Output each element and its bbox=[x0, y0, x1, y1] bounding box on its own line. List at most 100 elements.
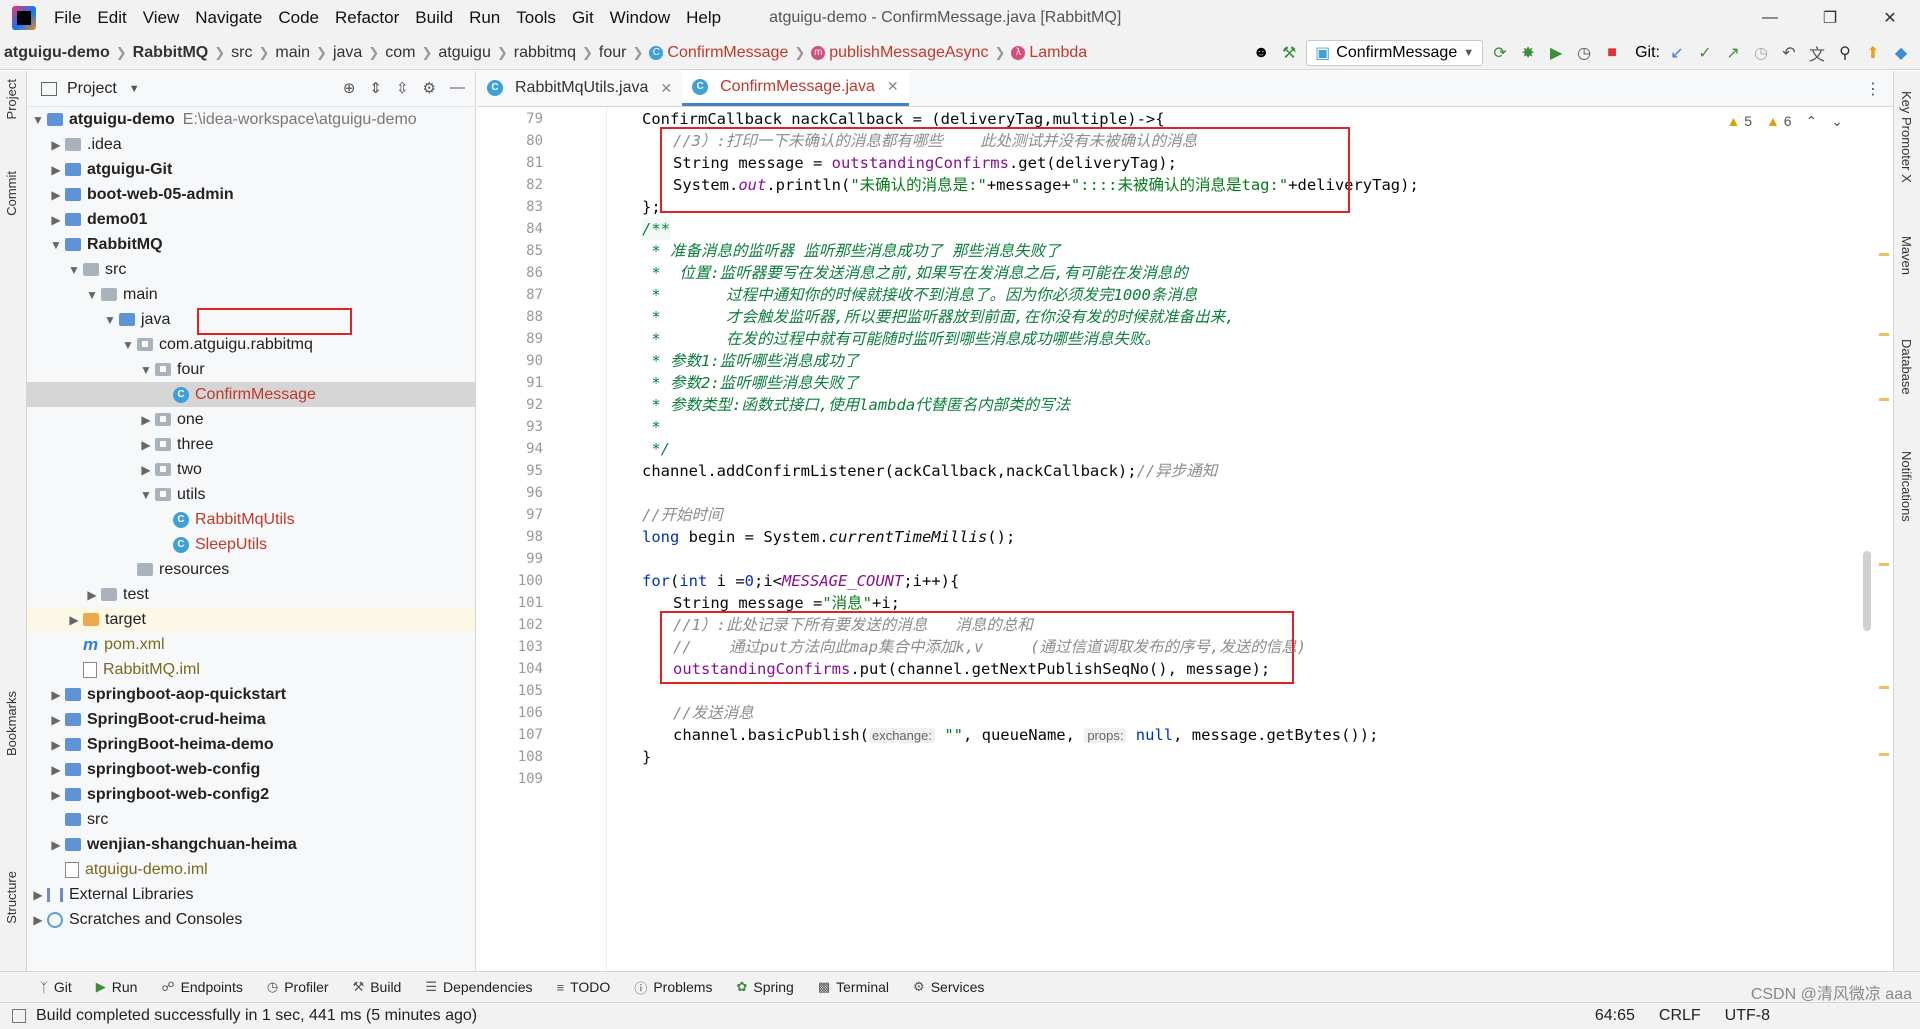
tree-item[interactable]: C SleepUtils bbox=[27, 532, 475, 557]
tree-item[interactable]: ▶ target bbox=[27, 607, 475, 632]
crumb-four[interactable]: four bbox=[595, 44, 631, 62]
chevron-down-icon[interactable]: ▼ bbox=[83, 288, 101, 302]
menu-edit[interactable]: Edit bbox=[89, 8, 134, 28]
minimize-icon[interactable]: — bbox=[1740, 0, 1800, 36]
chevron-right-icon[interactable]: ▶ bbox=[137, 413, 155, 427]
menu-file[interactable]: File bbox=[46, 8, 89, 28]
chevron-down-icon[interactable]: ▼ bbox=[101, 313, 119, 327]
tree-item[interactable]: RabbitMQ.iml bbox=[27, 657, 475, 682]
error-stripe[interactable] bbox=[1879, 108, 1889, 971]
translate-icon[interactable]: 文 bbox=[1806, 42, 1828, 64]
chevron-right-icon[interactable]: ▶ bbox=[137, 463, 155, 477]
tool-terminal[interactable]: ▩ Terminal bbox=[818, 979, 889, 995]
menu-run[interactable]: Run bbox=[461, 8, 508, 28]
tree-item[interactable]: ▶ one bbox=[27, 407, 475, 432]
tree-item[interactable]: C RabbitMqUtils bbox=[27, 507, 475, 532]
build-hammer-icon[interactable]: ⚒ bbox=[1278, 42, 1300, 64]
stripe-mark[interactable] bbox=[1879, 753, 1889, 756]
crumb-com[interactable]: com bbox=[381, 44, 419, 62]
tree-item[interactable]: resources bbox=[27, 557, 475, 582]
tree-item[interactable]: ▼ atguigu-demo E:\idea-workspace\atguigu-d… bbox=[27, 107, 475, 132]
tree-item[interactable]: ▶ three bbox=[27, 432, 475, 457]
update-icon[interactable]: ⬆ bbox=[1862, 42, 1884, 64]
bookmarks-tool-tab[interactable]: Bookmarks bbox=[4, 691, 19, 756]
menu-code[interactable]: Code bbox=[270, 8, 327, 28]
git-push-icon[interactable]: ↗ bbox=[1722, 42, 1744, 64]
tree-item[interactable]: ▼ src bbox=[27, 257, 475, 282]
tool-problems[interactable]: ⓘ Problems bbox=[634, 978, 712, 997]
caret-position[interactable]: 64:65 bbox=[1595, 1007, 1635, 1025]
git-commit-icon[interactable]: ✓ bbox=[1694, 42, 1716, 64]
chevron-down-icon[interactable]: ▼ bbox=[119, 338, 137, 352]
tree-item[interactable]: ▼ utils bbox=[27, 482, 475, 507]
tree-item[interactable]: atguigu-demo.iml bbox=[27, 857, 475, 882]
tool-endpoints[interactable]: ☍ Endpoints bbox=[161, 979, 242, 995]
chevron-right-icon[interactable]: ▶ bbox=[47, 738, 65, 752]
tree-item[interactable]: ▶ two bbox=[27, 457, 475, 482]
user-icon[interactable]: ☻ bbox=[1250, 42, 1272, 64]
chevron-down-icon[interactable]: ▼ bbox=[129, 83, 140, 95]
chevron-down-icon[interactable]: ▼ bbox=[47, 238, 65, 252]
restore-icon[interactable]: ❐ bbox=[1800, 0, 1860, 36]
tool-profiler[interactable]: ◷ Profiler bbox=[267, 979, 329, 995]
chevron-down-icon[interactable]: ▼ bbox=[29, 113, 47, 127]
chevron-down-icon[interactable]: ▼ bbox=[137, 488, 155, 502]
close-tab-icon[interactable]: ✕ bbox=[887, 78, 899, 95]
code-area[interactable]: ConfirmCallback nackCallback = (delivery… bbox=[607, 108, 1893, 971]
profile-icon[interactable]: ◷ bbox=[1573, 42, 1595, 64]
tree-item[interactable]: ▶ .idea bbox=[27, 132, 475, 157]
settings-gear-icon[interactable]: ⚙ bbox=[423, 79, 436, 97]
git-history-icon[interactable]: ◷ bbox=[1750, 42, 1772, 64]
git-update-icon[interactable]: ↙ bbox=[1666, 42, 1688, 64]
tool-build[interactable]: ⚒ Build bbox=[353, 979, 402, 995]
line-separator[interactable]: CRLF bbox=[1659, 1007, 1701, 1025]
chevron-right-icon[interactable]: ▶ bbox=[47, 763, 65, 777]
tab-rabbitmqutils[interactable]: C RabbitMqUtils.java ✕ bbox=[477, 70, 682, 106]
stop-icon[interactable]: ■ bbox=[1601, 42, 1623, 64]
menu-view[interactable]: View bbox=[135, 8, 188, 28]
menu-tools[interactable]: Tools bbox=[508, 8, 564, 28]
stripe-mark[interactable] bbox=[1879, 563, 1889, 566]
file-encoding[interactable]: UTF-8 bbox=[1725, 1007, 1770, 1025]
menu-refactor[interactable]: Refactor bbox=[327, 8, 407, 28]
database-tool-tab[interactable]: Database bbox=[1899, 339, 1914, 395]
structure-tool-tab[interactable]: Structure bbox=[4, 871, 19, 924]
stripe-mark[interactable] bbox=[1879, 686, 1889, 689]
tree-item[interactable]: ▶ demo01 bbox=[27, 207, 475, 232]
plugin-logo-icon[interactable]: ◆ bbox=[1890, 42, 1912, 64]
tool-git[interactable]: ᛉ Git bbox=[40, 979, 72, 995]
tree-item[interactable]: ▼ four bbox=[27, 357, 475, 382]
chevron-right-icon[interactable]: ▶ bbox=[29, 888, 47, 902]
chevron-right-icon[interactable]: ▶ bbox=[47, 163, 65, 177]
locate-icon[interactable]: ⊕ bbox=[343, 79, 356, 97]
tree-item[interactable]: ▼ com.atguigu.rabbitmq bbox=[27, 332, 475, 357]
tree-item[interactable]: ▼ RabbitMQ bbox=[27, 232, 475, 257]
crumb-java[interactable]: java bbox=[329, 44, 366, 62]
chevron-right-icon[interactable]: ▶ bbox=[47, 213, 65, 227]
editor-scrollbar[interactable] bbox=[1863, 551, 1871, 631]
tool-dependencies[interactable]: ☰ Dependencies bbox=[425, 979, 532, 995]
chevron-right-icon[interactable]: ▶ bbox=[47, 688, 65, 702]
git-rollback-icon[interactable]: ↶ bbox=[1778, 42, 1800, 64]
notifications-tool-tab[interactable]: Notifications bbox=[1899, 451, 1914, 522]
commit-tool-tab[interactable]: Commit bbox=[4, 171, 19, 216]
chevron-down-icon[interactable]: ▼ bbox=[65, 263, 83, 277]
chevron-right-icon[interactable]: ▶ bbox=[47, 788, 65, 802]
chevron-right-icon[interactable]: ▶ bbox=[83, 588, 101, 602]
status-window-icon[interactable] bbox=[12, 1009, 26, 1023]
menu-navigate[interactable]: Navigate bbox=[187, 8, 270, 28]
chevron-right-icon[interactable]: ▶ bbox=[47, 713, 65, 727]
chevron-right-icon[interactable]: ▶ bbox=[47, 138, 65, 152]
stripe-mark[interactable] bbox=[1879, 253, 1889, 256]
tool-services[interactable]: ⚙ Services bbox=[913, 979, 984, 995]
coverage-icon[interactable]: ▶ bbox=[1545, 42, 1567, 64]
crumb-project[interactable]: atguigu-demo bbox=[0, 44, 114, 62]
chevron-down-icon[interactable]: ▼ bbox=[137, 363, 155, 377]
tree-item[interactable]: ▶ springboot-web-config bbox=[27, 757, 475, 782]
close-icon[interactable]: ✕ bbox=[1860, 0, 1920, 36]
more-tabs-icon[interactable]: ⋮ bbox=[1865, 79, 1881, 99]
tree-item[interactable]: ▼ java bbox=[27, 307, 475, 332]
crumb-lambda[interactable]: λ Lambda bbox=[1007, 44, 1091, 62]
close-tab-icon[interactable]: ✕ bbox=[660, 80, 672, 97]
tree-item[interactable]: src bbox=[27, 807, 475, 832]
